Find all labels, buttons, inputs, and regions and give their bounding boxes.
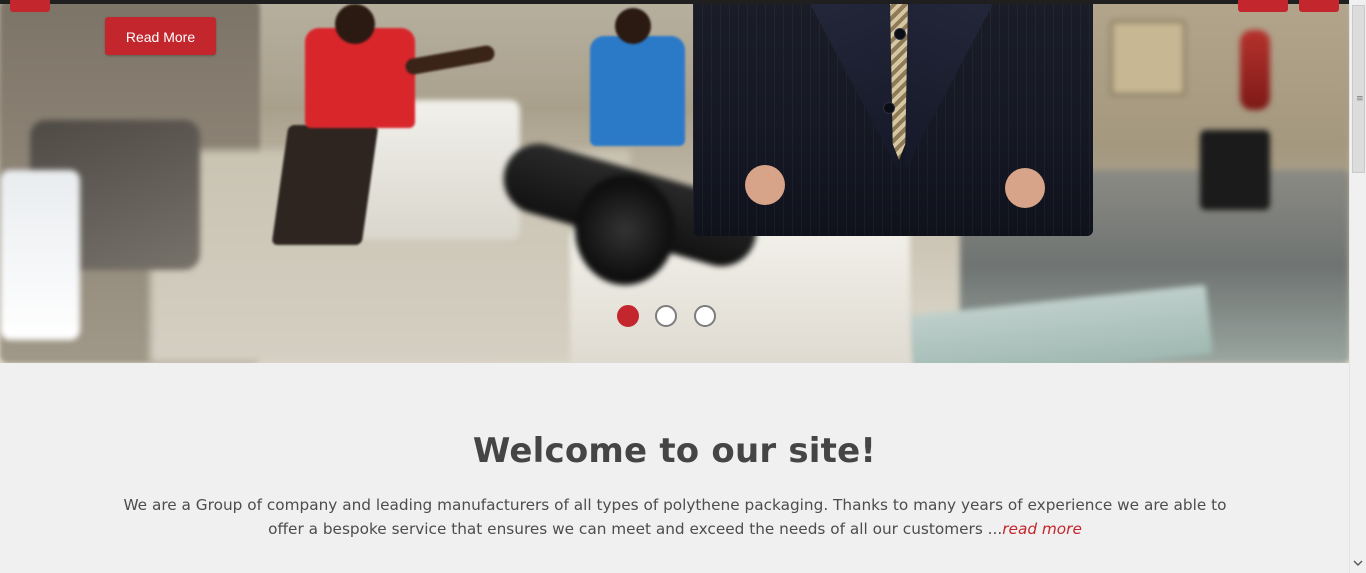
worker-figure-legs	[271, 125, 379, 245]
businessman-suit-button	[894, 28, 906, 40]
hero-background-bags	[0, 170, 80, 340]
chevron-down-icon[interactable]	[1353, 558, 1363, 568]
hero-slider: Read More	[0, 0, 1349, 363]
vertical-scrollbar[interactable]: ≡	[1349, 0, 1366, 573]
hero-background-roller-wheel	[575, 175, 675, 285]
hero-background-extinguisher	[1240, 30, 1270, 110]
scrollbar-thumb[interactable]: ≡	[1352, 5, 1365, 173]
welcome-heading: Welcome to our site!	[472, 431, 877, 471]
hero-read-more-button[interactable]: Read More	[105, 17, 216, 55]
grip-lines-icon: ≡	[1356, 94, 1364, 104]
businessman-suit-button	[883, 102, 895, 114]
hero-background-cabinet	[1200, 130, 1270, 210]
slider-dot[interactable]	[694, 305, 716, 327]
slider-next-tab[interactable]	[1299, 0, 1339, 12]
welcome-read-more-link[interactable]: read more	[1002, 520, 1082, 538]
header-tab[interactable]	[1238, 0, 1288, 12]
worker-figure-head	[615, 8, 651, 44]
worker-figure-blue-shirt	[590, 36, 685, 146]
slider-prev-tab[interactable]	[10, 0, 50, 12]
page-viewport: Read More Welcome to our site! We are a …	[0, 0, 1349, 573]
top-bar	[0, 0, 1349, 4]
hero-background-board	[1110, 20, 1186, 96]
slider-dot[interactable]	[655, 305, 677, 327]
worker-figure-head	[335, 4, 375, 44]
worker-figure-arm	[404, 44, 496, 76]
slider-dot-active[interactable]	[617, 305, 639, 327]
businessman-hand	[745, 165, 785, 205]
businessman-tie	[890, 0, 908, 160]
welcome-paragraph: We are a Group of company and leading ma…	[110, 493, 1240, 541]
businessman-hand	[1005, 168, 1045, 208]
